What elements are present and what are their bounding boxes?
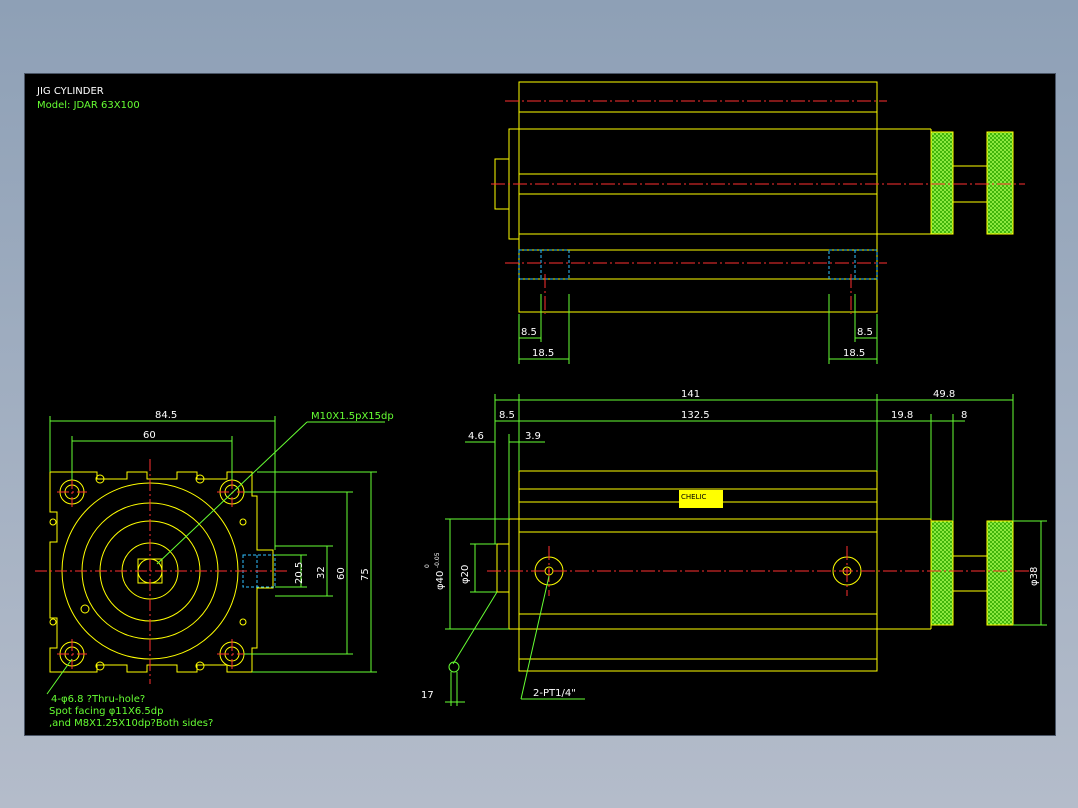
front-note-line1: 4-φ6.8 ?Thru-hole? <box>51 694 145 705</box>
side-knurl-nut <box>930 520 954 626</box>
dim-8: 8 <box>961 410 967 421</box>
side-end-cap <box>508 518 520 630</box>
dim-4-6: 4.6 <box>468 431 484 442</box>
side-port-boss <box>496 543 510 593</box>
top-body-outline <box>518 81 878 313</box>
dim-top-left-18-5: 18.5 <box>532 348 554 359</box>
dim-front-32: 32 <box>316 566 327 579</box>
dim-3-9: 3.9 <box>525 431 541 442</box>
side-knurl-knob <box>986 520 1014 626</box>
dim-top-right-8-5: 8.5 <box>857 327 873 338</box>
top-view <box>494 81 1014 313</box>
dim-dia20: φ20 <box>460 565 471 584</box>
dim-head-8-5: 8.5 <box>499 410 515 421</box>
dim-dia38: φ38 <box>1029 567 1040 586</box>
dim-dia40: φ40 <box>435 571 446 590</box>
dim-front-20-5: 20.5 <box>294 562 305 584</box>
cad-viewport[interactable]: JIG CYLINDER Model: JDAR 63X100 8.5 18.5… <box>24 73 1056 736</box>
thread-callout: M10X1.5pX15dp <box>311 411 394 422</box>
dim-17: 17 <box>421 690 434 701</box>
dim-front-60-width: 60 <box>143 430 156 441</box>
top-dimensions <box>518 294 878 364</box>
front-note-line2: Spot facing φ11X6.5dp <box>49 706 163 717</box>
front-view <box>49 471 274 673</box>
drawing-model: Model: JDAR 63X100 <box>37 100 140 111</box>
top-knurl-nut <box>930 131 954 235</box>
dim-body-132-5: 132.5 <box>681 410 710 421</box>
drawing-title: JIG CYLINDER <box>36 86 104 97</box>
dim-front-84-5: 84.5 <box>155 410 177 421</box>
dim-dia40-tol-lower: -0.05 <box>434 552 441 568</box>
cad-drawing: JIG CYLINDER Model: JDAR 63X100 8.5 18.5… <box>35 81 1047 729</box>
dim-top-left-8-5: 8.5 <box>521 327 537 338</box>
top-knurl-knob <box>986 131 1014 235</box>
dim-rod-49-8: 49.8 <box>933 389 955 400</box>
port-callout: 2-PT1/4" <box>533 688 576 699</box>
dim-front-60-height: 60 <box>336 567 347 580</box>
label-plate-text: CHELIC <box>681 493 707 501</box>
dim-overall-141: 141 <box>681 389 700 400</box>
dim-front-75: 75 <box>360 568 371 581</box>
dim-top-right-18-5: 18.5 <box>843 348 865 359</box>
front-note-line3: ,and M8X1.25X10dp?Both sides? <box>49 718 213 729</box>
dim-dia40-tol-upper: 0 <box>424 564 431 568</box>
dim-19-8: 19.8 <box>891 410 913 421</box>
